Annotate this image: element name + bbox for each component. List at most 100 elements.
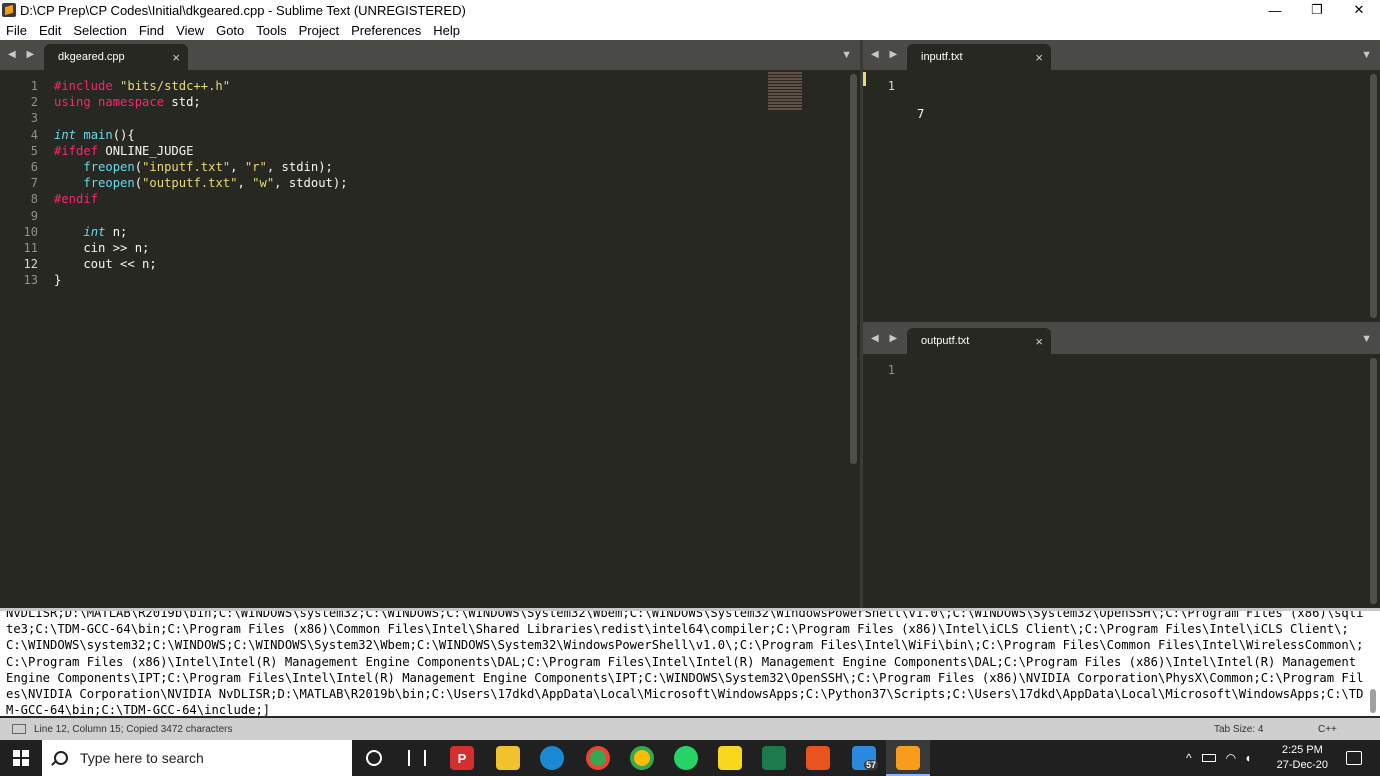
menu-tools[interactable]: Tools xyxy=(250,23,292,38)
file-explorer-icon[interactable] xyxy=(496,746,520,770)
tab-label: inputf.txt xyxy=(921,51,963,63)
console-panel[interactable]: NvDLISR;D:\MATLAB\R2019b\bin;C:\WINDOWS\… xyxy=(0,608,1380,716)
code-token: , stdout); xyxy=(274,176,348,191)
code-line: using namespace std; xyxy=(54,94,348,110)
output-content[interactable] xyxy=(917,362,961,434)
minimap-line xyxy=(768,72,802,74)
notification-center-icon[interactable] xyxy=(1346,751,1362,765)
battery-icon[interactable] xyxy=(1201,754,1216,762)
console-scrollbar[interactable] xyxy=(1370,689,1376,713)
console-text[interactable]: NvDLISR;D:\MATLAB\R2019b\bin;C:\WINDOWS\… xyxy=(6,611,1368,716)
menu-find[interactable]: Find xyxy=(133,23,170,38)
code-line: freopen("outputf.txt", "w", stdout); xyxy=(54,175,348,191)
tab-close-icon[interactable]: × xyxy=(1035,50,1043,65)
sublime-window: D:\CP Prep\CP Codes\Initial\dkgeared.cpp… xyxy=(0,0,1380,776)
line-number: 1 xyxy=(887,79,895,93)
cortana-icon[interactable] xyxy=(366,750,382,766)
code-token: ( xyxy=(134,176,143,191)
line-number: 4 xyxy=(30,127,38,142)
line-number: 11 xyxy=(23,240,38,255)
code-token: } xyxy=(54,273,62,288)
line-number: 13 xyxy=(23,273,38,288)
tab-close-icon[interactable]: × xyxy=(172,50,180,65)
code-token: ( xyxy=(134,159,143,174)
windows-logo-icon xyxy=(13,750,29,766)
menu-view[interactable]: View xyxy=(170,23,210,38)
syntax-indicator[interactable]: C++ xyxy=(1318,724,1337,735)
menu-help[interactable]: Help xyxy=(427,23,466,38)
tab-dropdown-icon[interactable]: ▼ xyxy=(1361,49,1372,61)
tab-dkgeared-cpp[interactable]: dkgeared.cpp × xyxy=(44,44,188,70)
line-number: 7 xyxy=(30,176,38,191)
office-icon[interactable] xyxy=(806,746,830,770)
code-token: namespace xyxy=(98,95,172,110)
code-line: } xyxy=(54,272,348,288)
menu-preferences[interactable]: Preferences xyxy=(345,23,427,38)
minimap-line xyxy=(768,93,802,95)
close-button[interactable]: ✕ xyxy=(1338,0,1380,20)
input-editor[interactable]: 1 7 xyxy=(863,70,1380,322)
psiphon-icon[interactable]: P xyxy=(450,746,474,770)
tab-dropdown-icon[interactable]: ▼ xyxy=(1361,333,1372,345)
window-title: D:\CP Prep\CP Codes\Initial\dkgeared.cpp… xyxy=(20,2,466,18)
chevron-up-icon[interactable]: ^ xyxy=(1186,751,1192,765)
menu-edit[interactable]: Edit xyxy=(33,23,67,38)
line-number: 12 xyxy=(23,257,38,272)
output-scrollbar[interactable] xyxy=(1370,358,1377,604)
output-editor[interactable]: 1 xyxy=(863,354,1380,608)
line-number: 2 xyxy=(30,95,38,110)
input-content[interactable]: 7 xyxy=(917,78,961,150)
maximize-button[interactable]: ❐ xyxy=(1296,0,1338,20)
code-token: , xyxy=(237,176,253,191)
editor-scrollbar[interactable] xyxy=(850,74,857,464)
task-view-icon[interactable] xyxy=(408,750,426,766)
tab-inputf-txt[interactable]: inputf.txt × xyxy=(907,44,1051,70)
line-number: 3 xyxy=(30,111,38,126)
whatsapp-icon[interactable] xyxy=(674,746,698,770)
tab-outputf-txt[interactable]: outputf.txt × xyxy=(907,328,1051,354)
tab-close-icon[interactable]: × xyxy=(1035,334,1043,349)
code-token: (){ xyxy=(112,127,135,142)
start-button[interactable] xyxy=(0,740,42,776)
minimap-line xyxy=(768,81,802,83)
tab-nav-arrows[interactable]: ◀ ▶ xyxy=(8,49,38,60)
line-number: 1 xyxy=(887,363,895,377)
sublime-text-icon[interactable] xyxy=(896,746,920,770)
minimap-line xyxy=(768,102,802,104)
code-token: #endif xyxy=(54,192,99,207)
code-area[interactable]: #include "bits/stdc++.h" using namespace … xyxy=(54,78,348,288)
wifi-icon[interactable]: ◠ xyxy=(1226,751,1236,765)
menu-file[interactable]: File xyxy=(0,23,33,38)
code-token: , stdin); xyxy=(266,159,333,174)
panel-toggle-icon[interactable] xyxy=(12,724,26,734)
calendar-icon[interactable]: 57 xyxy=(852,746,879,770)
status-bar: Line 12, Column 15; Copied 3472 characte… xyxy=(0,718,1380,740)
menu-bar: File Edit Selection Find View Goto Tools… xyxy=(0,20,1380,40)
input-scrollbar[interactable] xyxy=(1370,74,1377,318)
minimize-button[interactable]: — xyxy=(1254,0,1296,20)
code-token: "w" xyxy=(252,176,275,191)
tab-dropdown-icon[interactable]: ▼ xyxy=(841,49,852,61)
line-number: 5 xyxy=(30,143,38,158)
clock[interactable]: 2:25 PM 27-Dec-20 xyxy=(1277,743,1328,773)
code-editor[interactable]: 1 2 3 4 5 6 7 8 9 10 11 12 13 #include "bits/stdc++.… xyxy=(0,70,860,608)
code-line: #include "bits/stdc++.h" xyxy=(54,78,348,94)
edge-icon[interactable] xyxy=(540,746,564,770)
tab-nav-arrows[interactable]: ◀ ▶ xyxy=(871,333,901,344)
menu-goto[interactable]: Goto xyxy=(210,23,250,38)
chrome-profile-icon[interactable] xyxy=(586,746,610,770)
tab-size-indicator[interactable]: Tab Size: 4 xyxy=(1214,724,1263,735)
tab-nav-arrows[interactable]: ◀ ▶ xyxy=(871,49,901,60)
taskbar-search[interactable]: Type here to search xyxy=(42,740,352,776)
minimap-line xyxy=(768,78,802,80)
menu-selection[interactable]: Selection xyxy=(67,23,132,38)
left-tab-bar: ◀ ▶ dkgeared.cpp × ▼ xyxy=(0,40,860,70)
app-icon[interactable] xyxy=(762,746,786,770)
minimap[interactable] xyxy=(768,72,802,110)
chrome-icon[interactable] xyxy=(630,746,654,770)
sticky-notes-icon[interactable] xyxy=(718,746,742,770)
code-token: "r" xyxy=(244,159,267,174)
volume-icon[interactable]: ◖ xyxy=(1244,751,1251,765)
menu-project[interactable]: Project xyxy=(293,23,345,38)
code-token: using xyxy=(54,95,99,110)
